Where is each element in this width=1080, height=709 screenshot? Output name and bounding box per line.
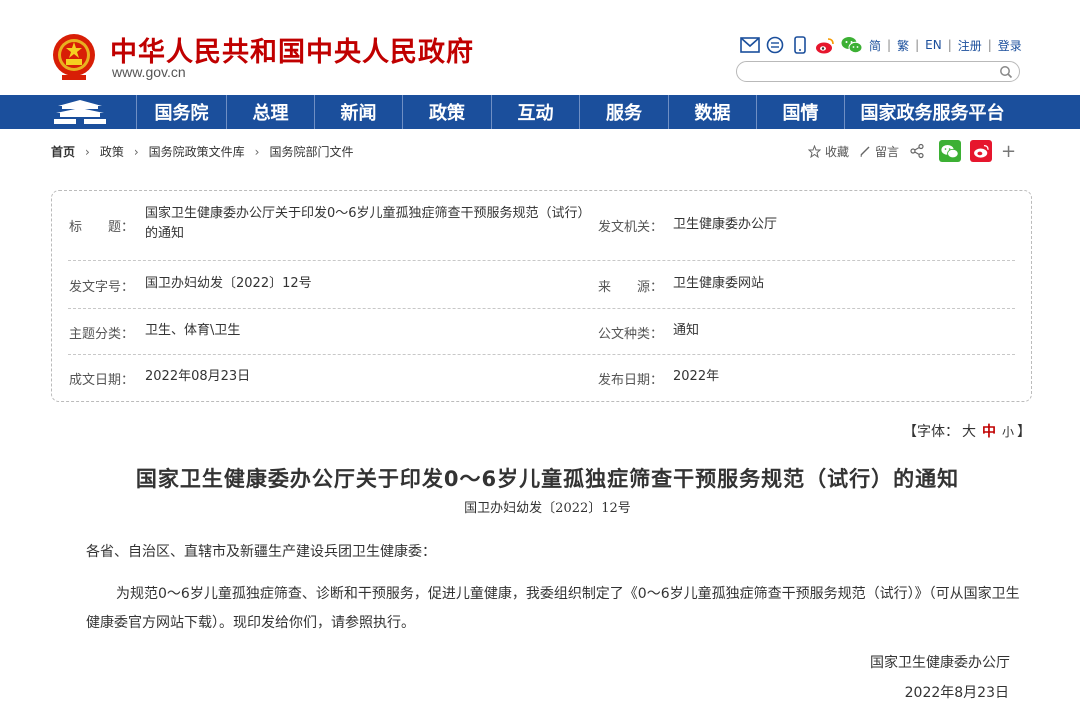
wechat-icon[interactable] xyxy=(840,35,864,55)
tiananmen-icon[interactable] xyxy=(50,97,110,127)
search-box xyxy=(736,61,1020,82)
meta-row-docno: 发文字号： 国卫办妇幼发〔2022〕12号 来 源： 卫生健康委网站 xyxy=(68,261,1015,309)
pen-icon xyxy=(860,146,870,157)
nav-items: 国务院 总理 新闻 政策 互动 服务 数据 国情 国家政务服务平台 xyxy=(136,95,1020,129)
article-signature: 国家卫生健康委办公厅 xyxy=(870,655,1010,671)
weibo-share-icon[interactable] xyxy=(970,140,993,162)
article-body: 为规范0～6岁儿童孤独症筛查、诊断和干预服务，促进儿童健康，我委组织制定了《0～… xyxy=(86,586,1020,631)
article-title: 国家卫生健康委办公厅关于印发0～6岁儿童孤独症筛查干预服务规范（试行）的通知 xyxy=(135,467,960,491)
docno-value: 国卫办妇幼发〔2022〕12号 xyxy=(145,276,312,291)
breadcrumb-policy-library[interactable]: 国务院政策文件库 xyxy=(149,143,245,160)
breadcrumb-department-docs[interactable]: 国务院部门文件 xyxy=(269,143,353,160)
source-label: 来 源： xyxy=(598,280,664,295)
meta-row-topic: 主题分类： 卫生、体育\卫生 公文种类： 通知 xyxy=(68,309,1015,355)
share-icon xyxy=(910,143,924,159)
breadcrumb-policy[interactable]: 政策 xyxy=(100,143,124,160)
topic-label: 主题分类： xyxy=(69,327,135,342)
separator: | xyxy=(987,38,992,52)
share-button[interactable] xyxy=(909,143,929,159)
chevron-right-icon: › xyxy=(254,144,260,159)
nav-item-data[interactable]: 数据 xyxy=(668,95,756,129)
breadcrumb-home[interactable]: 首页 xyxy=(51,143,75,160)
site-header: 中华人民共和国中央人民政府 www.gov.cn 简 | 繁 | EN | 注册… xyxy=(0,0,1080,95)
search-icon[interactable] xyxy=(999,65,1013,79)
meta-row-title: 标 题： 国家卫生健康委办公厅关于印发0～6岁儿童孤独症筛查干预服务规范（试行）… xyxy=(68,191,1015,261)
breadcrumb: 首页 › 政策 › 国务院政策文件库 › 国务院部门文件 xyxy=(51,143,354,160)
type-label: 公文种类： xyxy=(598,327,664,342)
star-icon xyxy=(808,144,821,158)
date-value: 2022年08月23日 xyxy=(145,369,251,384)
pub-date-label: 发布日期： xyxy=(598,373,664,388)
pub-date-value: 2022年 xyxy=(673,369,720,384)
traditional-link[interactable]: 繁 xyxy=(897,37,909,54)
nav-item-interaction[interactable]: 互动 xyxy=(491,95,579,129)
separator: | xyxy=(887,38,892,52)
weibo-icon[interactable] xyxy=(815,35,835,55)
share-bar: 收藏 留言 + xyxy=(808,139,1016,163)
font-size-prefix: 【字体： xyxy=(903,424,959,440)
nav-item-service-platform[interactable]: 国家政务服务平台 xyxy=(844,95,1020,129)
nav-item-national-info[interactable]: 国情 xyxy=(756,95,844,129)
docno-label: 发文字号： xyxy=(69,280,135,295)
issuer-value: 卫生健康委办公厅 xyxy=(673,217,778,232)
source-value: 卫生健康委网站 xyxy=(673,276,765,291)
mobile-icon[interactable] xyxy=(790,35,810,55)
chevron-right-icon: › xyxy=(85,144,90,159)
nav-item-state-council[interactable]: 国务院 xyxy=(136,95,226,129)
header-toolbar: 简 | 繁 | EN | 注册 | 登录 xyxy=(740,34,1022,56)
article-date: 2022年8月23日 xyxy=(904,685,1009,701)
meta-row-date: 成文日期： 2022年08月23日 发布日期： 2022年 xyxy=(68,355,1015,401)
english-link[interactable]: EN xyxy=(925,38,942,52)
wechat-share-icon[interactable] xyxy=(939,140,962,162)
main-nav: 国务院 总理 新闻 政策 互动 服务 数据 国情 国家政务服务平台 xyxy=(0,95,1080,129)
comment-button[interactable]: 留言 xyxy=(859,143,899,160)
article-doc-number: 国卫办妇幼发〔2022〕12号 xyxy=(464,501,631,516)
font-size-medium[interactable]: 中 xyxy=(982,424,996,440)
font-size-small[interactable]: 小 xyxy=(1002,425,1014,439)
plus-icon[interactable]: + xyxy=(1001,141,1016,162)
title-value: 国家卫生健康委办公厅关于印发0～6岁儿童孤独症筛查干预服务规范（试行）的通知 xyxy=(145,206,585,241)
separator: | xyxy=(915,38,920,52)
nav-item-premier[interactable]: 总理 xyxy=(226,95,314,129)
nav-item-news[interactable]: 新闻 xyxy=(314,95,402,129)
title-label: 标 题： xyxy=(69,220,135,235)
issuer-label: 发文机关： xyxy=(598,220,664,235)
register-link[interactable]: 注册 xyxy=(958,37,982,54)
search-input[interactable] xyxy=(747,64,987,79)
nav-item-policy[interactable]: 政策 xyxy=(402,95,491,129)
mail-icon[interactable] xyxy=(740,35,760,55)
comment-label: 留言 xyxy=(875,144,900,159)
collect-button[interactable]: 收藏 xyxy=(808,143,849,160)
type-value: 通知 xyxy=(673,323,700,338)
nav-item-services[interactable]: 服务 xyxy=(579,95,668,129)
article-salutation: 各省、自治区、直辖市及新疆生产建设兵团卫生健康委： xyxy=(86,544,436,560)
chevron-right-icon: › xyxy=(133,144,139,159)
collect-label: 收藏 xyxy=(825,144,850,159)
font-size-selector: 【字体：大中小】 xyxy=(903,421,1031,441)
font-size-large[interactable]: 大 xyxy=(962,424,976,440)
message-icon[interactable] xyxy=(765,35,785,55)
national-emblem-icon[interactable] xyxy=(52,33,96,81)
separator: | xyxy=(947,38,952,52)
topic-value: 卫生、体育\卫生 xyxy=(145,323,241,338)
simplified-link[interactable]: 简 xyxy=(869,37,881,54)
font-size-suffix: 】 xyxy=(1017,424,1032,440)
document-info-box: 标 题： 国家卫生健康委办公厅关于印发0～6岁儿童孤独症筛查干预服务规范（试行）… xyxy=(51,190,1032,402)
site-domain: www.gov.cn xyxy=(112,64,186,80)
date-label: 成文日期： xyxy=(69,373,135,388)
login-link[interactable]: 登录 xyxy=(998,37,1022,54)
